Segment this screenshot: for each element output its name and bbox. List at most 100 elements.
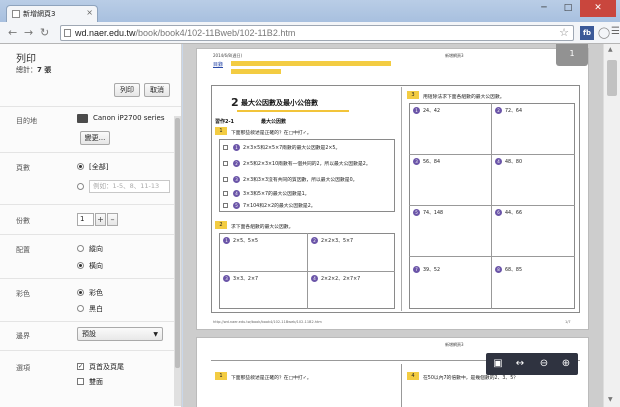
item-number-icon: 3 bbox=[233, 176, 240, 183]
item-number-icon: 2 bbox=[233, 160, 240, 167]
color-bw-radio[interactable] bbox=[77, 305, 84, 312]
pages-range-input[interactable]: 例如：1-5、8、11-13 bbox=[89, 180, 170, 193]
zoom-out-icon[interactable]: ⊖ bbox=[536, 356, 552, 372]
margins-select[interactable]: 預設 ▼ bbox=[77, 327, 163, 341]
url-path: /book/book4/102-11Bweb/102-11B2.htm bbox=[135, 28, 296, 38]
page-icon bbox=[64, 29, 71, 37]
address-bar[interactable]: wd.naer.edu.tw/book/book4/102-11Bweb/102… bbox=[60, 25, 574, 41]
title-bar: 新增網頁3 × ─ □ ✕ bbox=[0, 0, 620, 22]
chapter-title: 最大公因數及最小公倍數 bbox=[241, 99, 318, 107]
item-number-icon: 4 bbox=[495, 158, 502, 165]
divider bbox=[0, 321, 181, 322]
question-badge: 1 bbox=[215, 372, 227, 380]
shield-extension-icon[interactable]: ◯ bbox=[597, 26, 611, 40]
maximize-button[interactable]: □ bbox=[556, 0, 580, 17]
bookmark-star-icon[interactable]: ☆ bbox=[559, 26, 569, 40]
layout-landscape-text: 橫向 bbox=[89, 262, 103, 270]
copies-input[interactable]: 1 bbox=[77, 213, 94, 226]
question-3-item: 48、80 bbox=[505, 160, 523, 165]
forward-arrow-icon[interactable]: → bbox=[24, 26, 33, 39]
item-number-icon: 8 bbox=[495, 266, 502, 273]
reload-icon[interactable]: ↻ bbox=[40, 26, 49, 39]
divider bbox=[0, 204, 181, 205]
close-window-button[interactable]: ✕ bbox=[580, 0, 616, 17]
answer-checkbox[interactable] bbox=[223, 203, 228, 208]
answer-checkbox[interactable] bbox=[223, 177, 228, 182]
url-host: wd.naer.edu.tw bbox=[75, 28, 136, 38]
tab-title: 新增網頁3 bbox=[23, 10, 56, 18]
pages-all-radio[interactable] bbox=[77, 163, 84, 170]
preview-scrollbar-thumb[interactable] bbox=[607, 60, 617, 96]
cancel-button[interactable]: 取消 bbox=[144, 83, 170, 97]
browser-tab[interactable]: 新增網頁3 × bbox=[6, 5, 98, 22]
minimize-button[interactable]: ─ bbox=[532, 0, 556, 17]
divider bbox=[0, 106, 181, 107]
divider bbox=[0, 152, 181, 153]
answer-checkbox[interactable] bbox=[223, 161, 228, 166]
question-2-item: 3×3、2×7 bbox=[233, 277, 259, 282]
preview-page-1[interactable]: 2014/6/8(週日) 新增網頁3 目錄 2 最大公因數及最小公倍數 習作2-… bbox=[196, 48, 589, 330]
copies-increment-button[interactable]: + bbox=[95, 213, 106, 226]
color-label: 彩色 bbox=[16, 290, 30, 298]
item-number-icon: 1 bbox=[223, 237, 230, 244]
duplex-text: 雙面 bbox=[89, 378, 103, 386]
color-bw-text: 黑白 bbox=[89, 305, 103, 313]
divider bbox=[0, 278, 181, 279]
divider bbox=[0, 350, 181, 351]
question-3-item: 44、66 bbox=[505, 211, 523, 216]
question-3-badge: 3 bbox=[407, 91, 419, 99]
fit-to-page-icon[interactable]: ▣ bbox=[490, 356, 506, 372]
chapter-number: 2 bbox=[231, 96, 239, 109]
back-arrow-icon[interactable]: ← bbox=[8, 26, 17, 39]
page-date: 2014/6/8(週日) bbox=[213, 53, 243, 58]
facebook-extension-icon[interactable]: fb bbox=[580, 26, 594, 40]
layout-label: 配置 bbox=[16, 246, 30, 254]
divider bbox=[0, 234, 181, 235]
question-1-item: 2×5和2×3×10兩數有一個共同的2，所以最大公因數是2。 bbox=[243, 162, 371, 167]
pages-custom-radio[interactable] bbox=[77, 183, 84, 190]
layout-portrait-radio[interactable] bbox=[77, 245, 84, 252]
color-color-radio[interactable] bbox=[77, 289, 84, 296]
question-badge: 4 bbox=[407, 372, 419, 380]
scroll-up-arrow-icon[interactable]: ▲ bbox=[608, 46, 613, 53]
chapter-underline bbox=[237, 110, 349, 112]
answer-checkbox[interactable] bbox=[223, 191, 228, 196]
copies-decrement-button[interactable]: – bbox=[107, 213, 118, 226]
toc-link[interactable]: 目錄 bbox=[213, 61, 223, 68]
question-3-box bbox=[409, 103, 575, 309]
zoom-toolbar: ▣ ↔ ⊖ ⊕ bbox=[486, 353, 578, 375]
question-2-item: 2×5、5×5 bbox=[233, 239, 259, 244]
zoom-in-icon[interactable]: ⊕ bbox=[558, 356, 574, 372]
tab-close-icon[interactable]: × bbox=[86, 8, 93, 17]
item-number-icon: 4 bbox=[233, 190, 240, 197]
header-footer-checkbox[interactable]: ✓ bbox=[77, 363, 84, 370]
total-value: 7 張 bbox=[37, 66, 52, 74]
print-title: 列印 bbox=[16, 54, 36, 65]
chevron-down-icon: ▼ bbox=[153, 331, 158, 338]
print-button[interactable]: 列印 bbox=[114, 83, 140, 97]
scroll-down-arrow-icon[interactable]: ▼ bbox=[608, 396, 613, 403]
menu-icon[interactable]: ☰ bbox=[611, 26, 620, 37]
layout-landscape-radio[interactable] bbox=[77, 262, 84, 269]
preview-scrollbar[interactable]: ▲ ▼ bbox=[603, 44, 620, 407]
print-settings-panel: 列印 總計：7 張 列印 取消 目的地 Canon iP2700 series … bbox=[0, 44, 182, 407]
pages-all-text: [全部] bbox=[89, 163, 109, 171]
answer-checkbox[interactable] bbox=[223, 145, 228, 150]
total-sheets: 總計：7 張 bbox=[16, 65, 51, 75]
column-divider bbox=[401, 364, 402, 407]
page-title: 新增網頁3 bbox=[445, 342, 464, 347]
item-number-icon: 2 bbox=[311, 237, 318, 244]
fit-to-width-icon[interactable]: ↔ bbox=[512, 356, 528, 372]
item-number-icon: 3 bbox=[413, 158, 420, 165]
question-1-text: 下面那些敘述是正確的？在□中打✓。 bbox=[231, 131, 312, 136]
change-printer-button[interactable]: 變更... bbox=[80, 131, 110, 145]
grid-line bbox=[409, 256, 575, 257]
page2-question-left: 下面那些敘述是正確的？在□中打✓。 bbox=[231, 376, 312, 381]
item-number-icon: 5 bbox=[233, 202, 240, 209]
layout-portrait-text: 縱向 bbox=[89, 245, 103, 253]
options-label: 選項 bbox=[16, 364, 30, 372]
panel-scrollbar-thumb[interactable] bbox=[175, 118, 180, 368]
duplex-checkbox[interactable] bbox=[77, 378, 84, 385]
question-3-item: 68、85 bbox=[505, 268, 523, 273]
grid-line bbox=[491, 103, 492, 309]
